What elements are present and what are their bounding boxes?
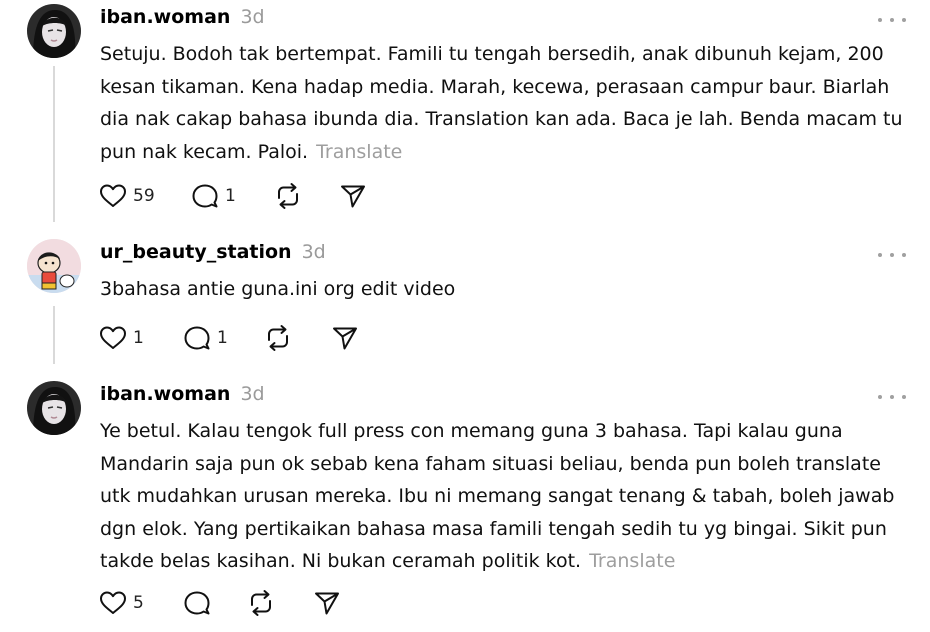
like-button[interactable]: 59 <box>98 181 155 211</box>
like-count: 59 <box>133 186 155 206</box>
comment-header: ur_beauty_station 3d <box>100 241 326 263</box>
send-icon <box>338 181 368 211</box>
heart-icon <box>98 588 128 618</box>
timestamp: 3d <box>240 6 265 28</box>
send-icon <box>312 588 342 618</box>
reply-count: 1 <box>225 186 236 206</box>
comment-header: iban.woman 3d <box>100 383 265 405</box>
share-button[interactable] <box>312 588 342 618</box>
thread-line <box>53 306 55 364</box>
more-options-icon[interactable] <box>878 12 906 28</box>
repost-icon <box>263 323 293 353</box>
avatar[interactable] <box>27 381 81 435</box>
like-button[interactable]: 1 <box>98 323 144 353</box>
send-icon <box>330 323 360 353</box>
heart-icon <box>98 181 128 211</box>
share-button[interactable] <box>338 181 368 211</box>
reply-button[interactable] <box>182 588 212 618</box>
comment-text-content: Setuju. Bodoh tak bertempat. Famili tu t… <box>100 43 903 163</box>
comment-item: iban.woman 3d Ye betul. Kalau tengok full… <box>0 381 930 632</box>
like-count: 1 <box>133 328 144 348</box>
comment-bubble-icon <box>182 323 212 353</box>
action-bar: 1 1 <box>98 323 398 353</box>
reply-button[interactable]: 1 <box>190 181 236 211</box>
comment-bubble-icon <box>182 588 212 618</box>
action-bar: 59 1 <box>98 181 398 211</box>
more-options-icon[interactable] <box>878 247 906 263</box>
comment-header: iban.woman 3d <box>100 6 265 28</box>
like-button[interactable]: 5 <box>98 588 144 618</box>
reply-button[interactable]: 1 <box>182 323 228 353</box>
repost-button[interactable] <box>273 181 303 211</box>
thread-line <box>53 66 55 222</box>
comment-bubble-icon <box>190 181 220 211</box>
username[interactable]: iban.woman <box>100 6 230 28</box>
action-bar: 5 <box>98 588 398 618</box>
timestamp: 3d <box>301 241 326 263</box>
like-count: 5 <box>133 593 144 613</box>
more-options-icon[interactable] <box>878 389 906 405</box>
comment-item: ur_beauty_station 3d 3bahasa antie guna.i… <box>0 239 930 364</box>
comment-text-content: Ye betul. Kalau tengok full press con me… <box>100 420 895 572</box>
reply-count: 1 <box>217 328 228 348</box>
comment-item: iban.woman 3d Setuju. Bodoh tak bertempat… <box>0 4 930 222</box>
heart-icon <box>98 323 128 353</box>
comment-text-content: 3bahasa antie guna.ini org edit video <box>100 278 456 300</box>
translate-link[interactable]: Translate <box>316 141 402 163</box>
repost-icon <box>246 588 276 618</box>
repost-button[interactable] <box>246 588 276 618</box>
repost-icon <box>273 181 303 211</box>
username[interactable]: iban.woman <box>100 383 230 405</box>
timestamp: 3d <box>240 383 265 405</box>
share-button[interactable] <box>330 323 360 353</box>
avatar[interactable] <box>27 4 81 58</box>
comment-text: Setuju. Bodoh tak bertempat. Famili tu t… <box>100 38 910 168</box>
avatar[interactable] <box>27 239 81 293</box>
repost-button[interactable] <box>263 323 293 353</box>
translate-link[interactable]: Translate <box>589 550 675 572</box>
comment-text: Ye betul. Kalau tengok full press con me… <box>100 415 910 578</box>
comment-text: 3bahasa antie guna.ini org edit video <box>100 273 910 306</box>
username[interactable]: ur_beauty_station <box>100 241 292 263</box>
